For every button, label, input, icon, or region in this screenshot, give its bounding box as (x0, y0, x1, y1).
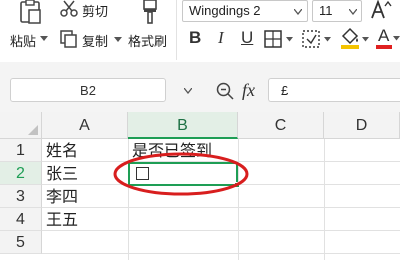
clipboard-icon (20, 0, 41, 24)
format-painter-button[interactable]: 格式刷 (126, 0, 172, 58)
chevron-down-icon (40, 36, 48, 41)
column-header-c[interactable]: C (238, 112, 324, 139)
format-painter-label: 格式刷 (128, 34, 168, 49)
row-header-5[interactable]: 5 (0, 231, 42, 254)
chevron-down-icon (324, 37, 331, 42)
row-header-3[interactable]: 3 (0, 185, 42, 208)
ribbon-toolbar: 粘贴 剪切 复制 格式刷 Wingdings 2 11 B I U A (0, 0, 400, 62)
fill-color-button[interactable] (340, 26, 370, 52)
chevron-down-icon (393, 36, 400, 41)
font-color-swatch (376, 45, 392, 49)
copy-icon (60, 30, 77, 48)
zoom-search-icon[interactable] (216, 82, 234, 100)
row-header-4[interactable]: 4 (0, 208, 42, 231)
copy-button[interactable]: 复制 (58, 28, 124, 50)
chevron-down-icon (294, 9, 302, 15)
gridline (42, 253, 400, 254)
border-grid-icon (264, 30, 282, 48)
select-all-corner[interactable] (0, 112, 42, 139)
gridline (324, 139, 325, 260)
chevron-down-icon (349, 9, 357, 15)
cell-style-button[interactable] (302, 28, 334, 50)
chevron-down-icon (114, 37, 122, 42)
increase-font-size-button[interactable] (368, 0, 400, 22)
formula-value: £ (281, 83, 289, 98)
cut-button[interactable]: 剪切 (58, 0, 116, 20)
paste-label: 粘贴 (10, 34, 37, 49)
ribbon-divider (176, 0, 177, 60)
row-header-1[interactable]: 1 (0, 139, 42, 162)
column-header-d[interactable]: D (324, 112, 400, 139)
font-size-value: 11 (319, 3, 333, 18)
column-header-b[interactable]: B (128, 112, 238, 139)
paintbrush-icon (143, 0, 157, 24)
chevron-down-icon (362, 37, 369, 42)
chevron-down-icon (286, 37, 293, 42)
paste-button[interactable]: 粘贴 (4, 0, 52, 58)
copy-label: 复制 (82, 34, 109, 49)
column-header-a[interactable]: A (42, 112, 128, 139)
font-name-select[interactable]: Wingdings 2 (182, 0, 308, 22)
name-box-value: B2 (80, 83, 96, 98)
paint-bucket-icon (341, 27, 359, 49)
insert-function-button[interactable]: fx (242, 80, 255, 101)
font-color-letter: A (378, 26, 390, 45)
formula-input[interactable]: £ (268, 78, 400, 102)
row-header-2[interactable]: 2 (0, 162, 42, 185)
cut-label: 剪切 (82, 4, 109, 19)
scissors-icon (60, 0, 78, 17)
bold-button[interactable]: B (189, 28, 201, 48)
corner-triangle-icon (28, 125, 38, 135)
font-name-value: Wingdings 2 (189, 3, 261, 18)
name-box[interactable]: B2 (10, 78, 166, 102)
font-size-select[interactable]: 11 (312, 0, 362, 22)
cell-a4[interactable]: 王五 (42, 208, 128, 231)
font-grow-icon (371, 0, 392, 19)
chevron-down-icon[interactable] (184, 88, 192, 94)
font-color-button[interactable]: A (376, 26, 400, 52)
annotation-ellipse (113, 152, 249, 196)
underline-button[interactable]: U (241, 28, 253, 48)
borders-button[interactable] (264, 28, 296, 50)
italic-button[interactable]: I (218, 28, 224, 48)
fill-pattern-icon (302, 30, 320, 48)
